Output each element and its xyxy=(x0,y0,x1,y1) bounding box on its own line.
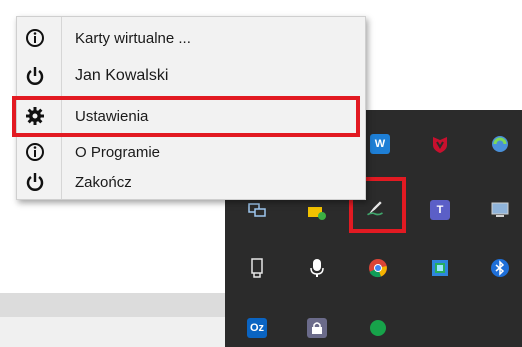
network-monitor-icon[interactable] xyxy=(247,200,267,220)
menu-item-label: O Programie xyxy=(75,143,161,161)
outlook-icon[interactable]: Oz xyxy=(247,318,267,338)
settings-highlight-box xyxy=(12,96,360,137)
bluetooth-icon[interactable] xyxy=(490,258,510,278)
waves-app-text: W xyxy=(374,138,386,150)
info-icon xyxy=(25,28,45,48)
menu-item-about[interactable]: O Programie xyxy=(17,137,365,167)
menu-item-user-account[interactable]: Jan Kowalski xyxy=(17,61,365,91)
menu-item-exit[interactable]: Zakończ xyxy=(17,167,365,197)
display-monitor-icon[interactable] xyxy=(490,200,510,220)
green-status-icon[interactable] xyxy=(368,318,388,338)
mcafee-shield-icon[interactable] xyxy=(430,134,450,154)
network-adapter-icon[interactable] xyxy=(430,258,450,278)
teams-icon[interactable]: T xyxy=(430,200,450,220)
menu-item-label: Karty wirtualne ... xyxy=(75,29,191,47)
outlook-text: Oz xyxy=(249,322,265,334)
menu-item-label: Jan Kowalski xyxy=(75,67,169,84)
power-icon xyxy=(25,172,45,192)
menu-item-virtual-cards[interactable]: Karty wirtualne ... xyxy=(17,23,365,53)
background-window-bar xyxy=(0,293,232,317)
waves-app-icon[interactable]: W xyxy=(370,134,390,154)
battery-plug-icon[interactable] xyxy=(307,202,327,222)
menu-item-label: Zakończ xyxy=(75,173,132,191)
usb-drive-icon[interactable] xyxy=(247,258,267,278)
power-icon xyxy=(25,66,45,86)
sync-globe-icon[interactable] xyxy=(490,134,510,154)
teams-text: T xyxy=(436,204,444,216)
info-icon xyxy=(25,142,45,162)
lock-app-icon[interactable] xyxy=(307,318,327,338)
microphone-icon[interactable] xyxy=(307,258,327,278)
background-window-area xyxy=(0,317,232,347)
chrome-icon[interactable] xyxy=(368,258,388,278)
